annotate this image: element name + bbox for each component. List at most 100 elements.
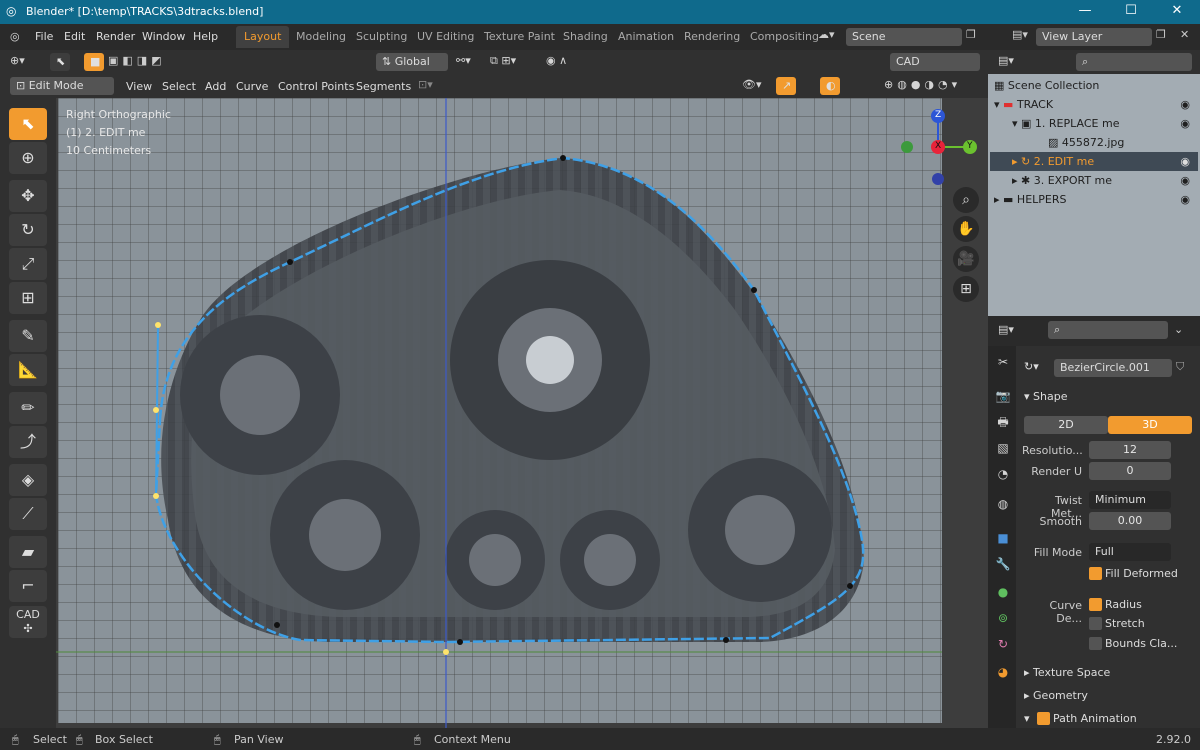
constraint-tab-icon[interactable]: ●: [995, 584, 1011, 600]
outliner-row-label: 3. EXPORT me: [1033, 174, 1113, 187]
outliner-row-track[interactable]: ▾ ▬ TRACK ◉: [990, 95, 1198, 114]
geometry-section[interactable]: ▸ Geometry: [1024, 689, 1088, 702]
properties-options-icon[interactable]: ⌄: [1174, 323, 1183, 336]
stretch-checkbox[interactable]: [1089, 617, 1102, 630]
scene-tab-icon[interactable]: ◔: [995, 466, 1011, 482]
dim-2d-button[interactable]: 2D: [1024, 416, 1108, 434]
outliner-search-input[interactable]: ⌕: [1076, 53, 1192, 71]
axis-x-label: X: [935, 141, 942, 151]
geometry-label: Geometry: [1033, 689, 1088, 702]
path-animation-label: Path Animation: [1053, 712, 1137, 725]
outliner-root-label: Scene Collection: [1007, 79, 1100, 92]
fill-mode-dropdown[interactable]: Full: [1089, 543, 1171, 561]
outliner-row-helpers[interactable]: ▸ ▬ HELPERS ◉: [990, 190, 1198, 209]
armature-icon: ▸ ✱: [1012, 174, 1034, 187]
outliner-display-icon[interactable]: ▤▾: [998, 54, 1014, 67]
collection-icon: ▸ ▬: [994, 193, 1017, 206]
visibility-eye-icon[interactable]: ◉: [1180, 95, 1190, 114]
scene-collection-icon: ▦: [994, 79, 1008, 92]
image-icon: ▨: [1048, 136, 1062, 149]
visibility-eye-icon[interactable]: ◉: [1180, 152, 1190, 171]
path-animation-section[interactable]: ▾: [1024, 712, 1030, 725]
visibility-eye-icon[interactable]: ◉: [1180, 114, 1190, 133]
section-expand-icon: ▸: [1024, 666, 1034, 679]
mouse-drag-icon: 🖱: [214, 733, 221, 746]
radius-label: Radius: [1105, 598, 1142, 611]
fake-user-shield-icon[interactable]: ⛉: [1176, 360, 1184, 374]
resolution-label: Resolutio...: [1022, 444, 1083, 457]
mouse-right-icon: 🖱: [414, 733, 421, 746]
shape-section-label: Shape: [1033, 390, 1068, 403]
texture-space-section[interactable]: ▸ Texture Space: [1024, 666, 1110, 679]
status-box-select: Box Select: [95, 733, 153, 746]
tool-tab-icon[interactable]: ✂: [995, 354, 1011, 370]
outliner-row-label: 1. REPLACE me: [1034, 117, 1120, 130]
outliner-row-label: HELPERS: [1016, 193, 1067, 206]
radius-checkbox[interactable]: [1089, 598, 1102, 611]
status-bar: 🖱 Select 🖱 Box Select 🖱 Pan View 🖱 Conte…: [0, 728, 1200, 750]
image-object-icon: ▾ ▣: [1012, 117, 1035, 130]
view-layer-tab-icon[interactable]: ▧: [995, 440, 1011, 456]
smooth-field[interactable]: 0.00: [1089, 512, 1171, 530]
zoom-icon[interactable]: ⌕: [953, 187, 979, 213]
section-collapse-icon: ▾: [1024, 390, 1034, 403]
outliner-row-label: TRACK: [1016, 98, 1054, 111]
outliner-row-replace[interactable]: ▾ ▣ 1. REPLACE me ◉: [990, 114, 1198, 133]
status-context-menu: Context Menu: [434, 733, 511, 746]
view-name-label: Right Orthographic: [66, 108, 171, 121]
fill-deformed-checkbox[interactable]: [1089, 567, 1102, 580]
render-u-field[interactable]: 0: [1089, 462, 1171, 480]
twist-method-dropdown[interactable]: Minimum: [1089, 491, 1171, 509]
object-tab-icon[interactable]: ■: [995, 530, 1011, 546]
resolution-field[interactable]: 12: [1089, 441, 1171, 459]
render-tab-icon[interactable]: 📷: [995, 388, 1011, 404]
outliner-row-export[interactable]: ▸ ✱ 3. EXPORT me ◉: [990, 171, 1198, 190]
material-tab-icon[interactable]: ◕: [995, 664, 1011, 680]
output-tab-icon[interactable]: 🖶: [995, 414, 1011, 430]
shape-section-header[interactable]: ▾ Shape: [1024, 390, 1067, 403]
pan-hand-icon[interactable]: ✋: [953, 216, 979, 242]
collection-icon: ▾ ▬: [994, 98, 1014, 111]
grid-scale-label: 10 Centimeters: [66, 144, 152, 157]
camera-icon[interactable]: 🎥: [953, 246, 979, 272]
modifier-tab-icon[interactable]: 🔧: [995, 556, 1011, 572]
properties-editor-icon[interactable]: ▤▾: [998, 323, 1014, 336]
fill-deformed-label: Fill Deformed: [1105, 567, 1178, 580]
curve-deform-label: Curve De...: [1049, 599, 1082, 625]
outliner-row-image[interactable]: ▨ 455872.jpg: [990, 133, 1198, 152]
outliner-row-label: 455872.jpg: [1061, 136, 1125, 149]
world-tab-icon[interactable]: ◍: [995, 496, 1011, 512]
outliner-header: ▤▾ ⌕: [988, 50, 1200, 74]
fill-mode-label: Fill Mode: [1033, 546, 1082, 559]
dim-3d-button[interactable]: 3D: [1108, 416, 1192, 434]
physics-tab-icon[interactable]: ⊚: [995, 610, 1011, 626]
outliner-row-edit[interactable]: ▸ ↻ 2. EDIT me ◉: [990, 152, 1198, 171]
path-animation-checkbox[interactable]: [1037, 712, 1050, 725]
status-select: Select: [33, 733, 67, 746]
section-collapse-icon: ▾: [1024, 712, 1030, 725]
outliner-row-label: 2. EDIT me: [1033, 155, 1095, 168]
bounds-clamp-checkbox[interactable]: [1089, 637, 1102, 650]
version-label: 2.92.0: [1156, 733, 1191, 746]
section-expand-icon: ▸: [1024, 689, 1034, 702]
mouse-left-icon: 🖱: [12, 733, 19, 746]
stretch-label: Stretch: [1105, 617, 1145, 630]
visibility-eye-icon[interactable]: ◉: [1180, 190, 1190, 209]
outliner-root[interactable]: ▦ Scene Collection: [990, 76, 1198, 95]
smooth-label: Smooth: [1039, 515, 1082, 528]
grid-toggle-icon[interactable]: ⊞: [953, 276, 979, 302]
curve-data-tab-icon[interactable]: ↻: [995, 636, 1011, 652]
curve-object-icon: ▸ ↻: [1012, 155, 1034, 168]
axis-y-label: Y: [967, 141, 973, 151]
object-name-field[interactable]: BezierCircle.001: [1054, 359, 1172, 377]
object-info-label: (1) 2. EDIT me: [66, 126, 146, 139]
properties-header: ▤▾ ⌕ ⌄: [988, 316, 1200, 346]
axis-neg-z-dot[interactable]: [932, 173, 944, 185]
status-pan-view: Pan View: [234, 733, 284, 746]
visibility-eye-icon[interactable]: ◉: [1180, 171, 1190, 190]
properties-search-input[interactable]: ⌕: [1048, 321, 1168, 339]
axis-neg-y-dot[interactable]: [901, 141, 913, 153]
bounds-clamp-label: Bounds Cla...: [1105, 637, 1178, 650]
render-u-label: Render U: [1031, 465, 1082, 478]
texture-space-label: Texture Space: [1033, 666, 1111, 679]
